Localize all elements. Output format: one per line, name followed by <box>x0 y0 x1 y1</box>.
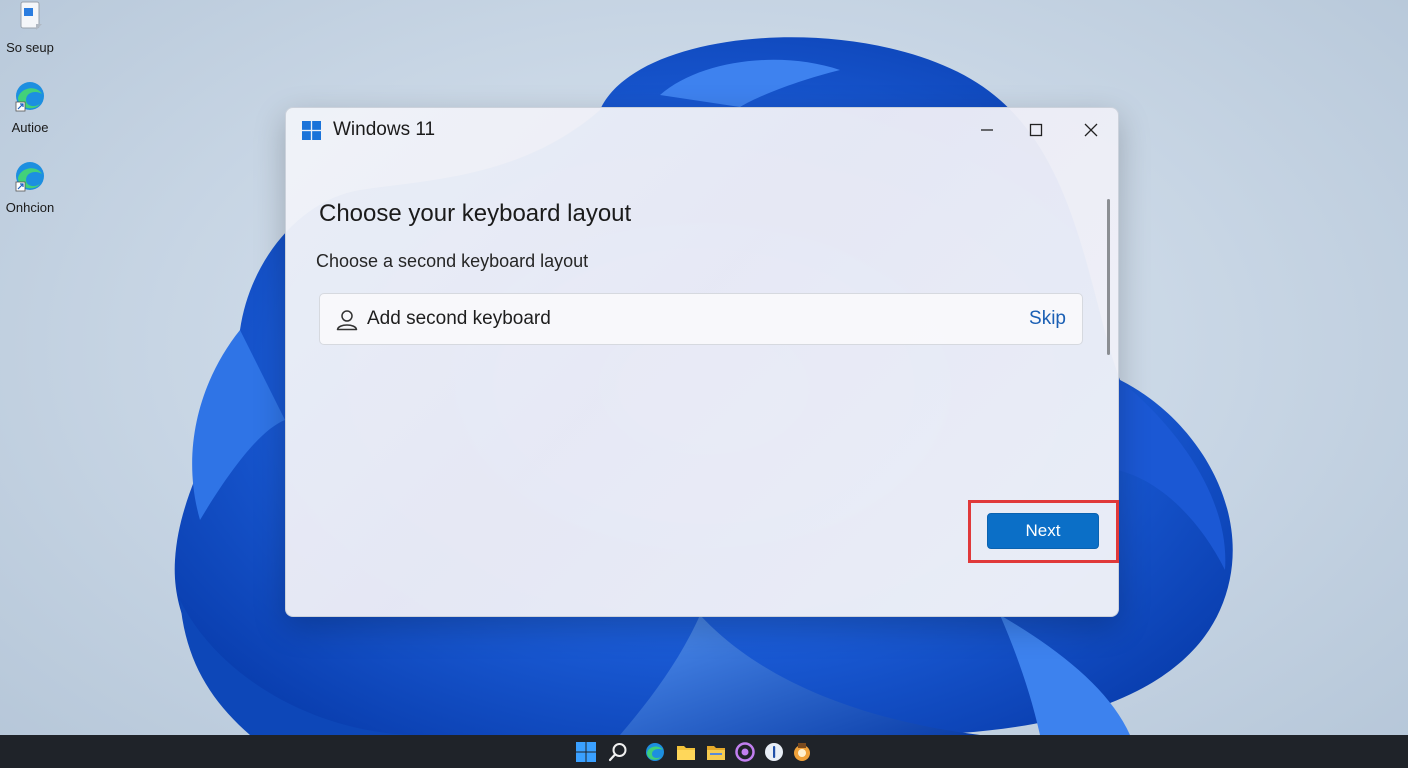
desktop-icon-onhcion[interactable]: Onhcion <box>0 160 60 215</box>
scrollbar[interactable] <box>1107 199 1110 355</box>
close-button[interactable] <box>1066 112 1116 148</box>
info-icon[interactable] <box>763 741 785 763</box>
title-bar[interactable]: Windows 11 <box>286 108 1118 152</box>
setup-icon <box>20 1 42 30</box>
edge-icon[interactable] <box>644 741 666 763</box>
page-title: Choose your keyboard layout <box>319 200 632 227</box>
skip-link[interactable]: Skip <box>1029 308 1066 330</box>
app-icon[interactable] <box>791 741 813 763</box>
user-icon <box>336 310 358 331</box>
minimize-button[interactable] <box>962 112 1012 148</box>
maximize-button[interactable] <box>1011 112 1061 148</box>
taskbar <box>0 735 1408 768</box>
desktop-icon-label: Onhcion <box>5 200 55 215</box>
next-button-highlight <box>968 500 1119 563</box>
add-second-keyboard-label: Add second keyboard <box>367 308 551 329</box>
add-keyboard-row[interactable]: Add second keyboard Skip <box>319 293 1083 345</box>
app-circle-icon[interactable] <box>734 741 756 763</box>
search-icon[interactable] <box>607 741 629 763</box>
desktop-icon-autioe[interactable]: Autioe <box>0 80 60 135</box>
page-subtitle: Choose a second keyboard layout <box>316 251 589 271</box>
window-title: Windows 11 <box>333 119 436 140</box>
minimize-icon <box>981 129 993 131</box>
edge-icon <box>15 82 44 112</box>
desktop-icon-setup[interactable]: So seup <box>0 0 60 55</box>
folder-icon[interactable] <box>705 741 727 763</box>
start-icon[interactable] <box>575 741 597 763</box>
close-icon <box>1084 123 1098 137</box>
desktop-icon-label: Autioe <box>11 120 49 135</box>
file-explorer-icon[interactable] <box>675 741 697 763</box>
edge-icon <box>15 162 44 192</box>
windows-logo-icon <box>302 121 321 140</box>
maximize-icon <box>1029 123 1043 137</box>
desktop-icon-label: So seup <box>6 40 54 55</box>
